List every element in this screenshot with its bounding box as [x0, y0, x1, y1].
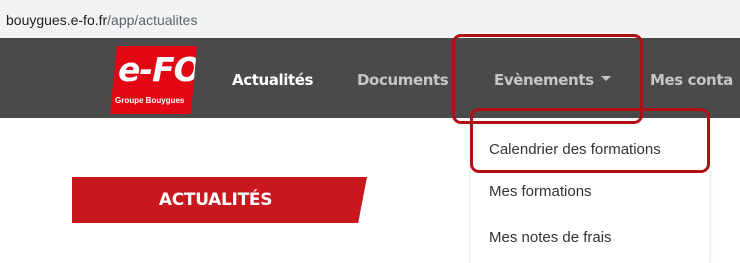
nav-item-actualites[interactable]: Actualités	[232, 70, 313, 90]
url-path: /app/actualites	[107, 12, 198, 28]
nav-item-evenements[interactable]: Evènements	[494, 70, 611, 90]
screenshot-frame: bouygues.e-fo.fr/app/actualites e-FO Gro…	[0, 0, 740, 263]
nav-item-mes-contacts[interactable]: Mes conta	[650, 70, 733, 90]
url-host: bouygues.e-fo.fr	[6, 12, 108, 28]
page-title-banner: ACTUALITÉS	[72, 177, 367, 223]
nav-item-label: Documents	[357, 71, 449, 89]
logo-subtitle: Groupe Bouygues	[115, 96, 185, 105]
dropdown-item-notes-de-frais[interactable]: Mes notes de frais	[489, 229, 612, 247]
dropdown-item-calendrier[interactable]: Calendrier des formations	[489, 141, 661, 159]
dropdown-item-mes-formations[interactable]: Mes formations	[489, 183, 592, 201]
chevron-down-icon	[600, 76, 611, 81]
page-title: ACTUALITÉS	[158, 190, 273, 210]
nav-item-label: Mes conta	[650, 71, 733, 89]
browser-address-bar[interactable]: bouygues.e-fo.fr/app/actualites	[0, 0, 740, 38]
nav-item-label: Evènements	[494, 71, 594, 89]
efo-logo[interactable]: e-FO Groupe Bouygues	[110, 46, 197, 114]
logo-wordmark: e-FO	[118, 50, 201, 89]
nav-item-label: Actualités	[232, 71, 314, 89]
evenements-dropdown-menu: Calendrier des formations Mes formations…	[471, 118, 709, 263]
nav-item-documents[interactable]: Documents	[357, 70, 449, 90]
url-text[interactable]: bouygues.e-fo.fr/app/actualites	[6, 12, 197, 28]
